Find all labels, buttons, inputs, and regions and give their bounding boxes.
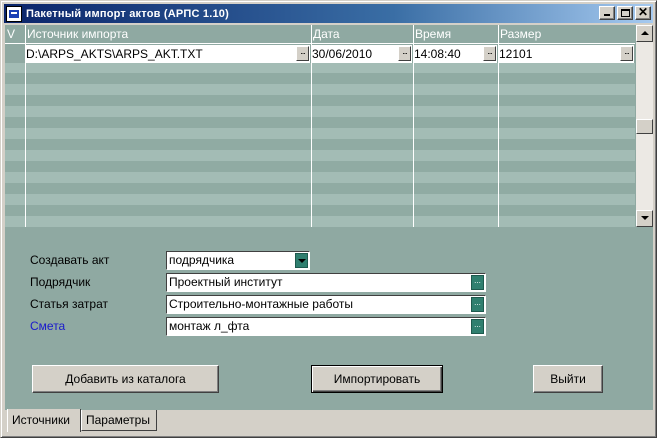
cost-item-value: Строительно-монтажные работы	[169, 297, 354, 311]
cost-item-field[interactable]: Строительно-монтажные работы ...	[166, 295, 486, 314]
import-window: Пакетный импорт актов (АРПС 1.10) ✕ V Ис…	[0, 0, 657, 438]
size-ellipsis-button[interactable]: ...	[620, 46, 633, 61]
grid-vertical-scrollbar[interactable]	[636, 25, 653, 227]
window-title: Пакетный импорт актов (АРПС 1.10)	[26, 7, 229, 20]
sources-grid[interactable]: V Источник импорта Дата Время Размер D:\…	[5, 25, 653, 227]
estimate-link[interactable]: Смета	[30, 319, 65, 333]
column-divider	[498, 25, 499, 227]
estimate-lookup-button[interactable]: ...	[471, 319, 484, 334]
cell-date[interactable]: 30/06/2010 ...	[311, 45, 413, 63]
column-header-check[interactable]: V	[5, 25, 25, 44]
time-ellipsis-button[interactable]: ...	[483, 46, 496, 61]
scroll-down-button[interactable]	[636, 210, 653, 227]
title-bar[interactable]: Пакетный импорт актов (АРПС 1.10) ✕	[4, 4, 653, 23]
arrow-down-icon	[641, 216, 649, 220]
cell-size-text: 12101	[499, 47, 533, 61]
add-from-catalog-button[interactable]: Добавить из каталога	[32, 365, 219, 393]
cell-size[interactable]: 12101 ...	[498, 45, 635, 63]
column-divider	[413, 25, 414, 227]
cost-item-lookup-button[interactable]: ...	[471, 297, 484, 312]
maximize-icon	[621, 9, 630, 17]
title-buttons: ✕	[597, 5, 651, 20]
minimize-button[interactable]	[599, 6, 615, 20]
date-ellipsis-button[interactable]: ...	[398, 46, 411, 61]
create-act-label: Создавать акт	[30, 253, 110, 267]
close-icon: ✕	[637, 5, 649, 19]
import-button[interactable]: Импортировать	[311, 365, 443, 393]
contractor-value: Проектный институт	[169, 275, 283, 289]
source-ellipsis-button[interactable]: ...	[296, 46, 309, 61]
table-row[interactable]: D:\ARPS_AKTS\ARPS_AKT.TXT ... 30/06/2010…	[5, 45, 635, 63]
column-header-time[interactable]: Время	[413, 25, 498, 44]
grid-empty-rows	[5, 62, 635, 227]
app-icon	[6, 5, 22, 22]
chevron-down-icon[interactable]	[295, 253, 308, 268]
cost-item-label: Статья затрат	[30, 297, 109, 311]
column-divider	[25, 25, 26, 227]
scroll-thumb[interactable]	[636, 119, 653, 134]
client-area: V Источник импорта Дата Время Размер D:\…	[5, 25, 653, 410]
tab-bar: Источники Параметры	[5, 409, 653, 434]
cell-source-text: D:\ARPS_AKTS\ARPS_AKT.TXT	[26, 47, 203, 61]
tab-sources[interactable]: Источники	[7, 409, 81, 432]
scroll-up-button[interactable]	[636, 25, 653, 42]
maximize-button[interactable]	[617, 6, 633, 20]
contractor-field[interactable]: Проектный институт ...	[166, 273, 486, 292]
create-act-value: подрядчика	[169, 253, 235, 267]
minimize-icon	[604, 14, 610, 16]
cell-source[interactable]: D:\ARPS_AKTS\ARPS_AKT.TXT ...	[25, 45, 311, 63]
estimate-field[interactable]: монтаж л_фта ...	[166, 317, 486, 336]
contractor-label: Подрядчик	[30, 275, 91, 289]
cell-date-text: 30/06/2010	[312, 47, 373, 61]
estimate-value: монтаж л_фта	[169, 319, 250, 333]
arrow-up-icon	[641, 31, 649, 35]
column-divider	[311, 25, 312, 227]
close-button[interactable]: ✕	[635, 5, 651, 20]
contractor-lookup-button[interactable]: ...	[471, 275, 484, 290]
exit-button[interactable]: Выйти	[533, 365, 603, 393]
column-header-size[interactable]: Размер	[498, 25, 635, 44]
create-act-select[interactable]: подрядчика	[166, 251, 310, 270]
cell-time[interactable]: 14:08:40 ...	[413, 45, 498, 63]
column-header-source[interactable]: Источник импорта	[25, 25, 311, 44]
column-header-date[interactable]: Дата	[311, 25, 413, 44]
cell-time-text: 14:08:40	[414, 47, 461, 61]
grid-header: V Источник импорта Дата Время Размер	[5, 25, 635, 44]
tab-parameters[interactable]: Параметры	[81, 410, 157, 431]
